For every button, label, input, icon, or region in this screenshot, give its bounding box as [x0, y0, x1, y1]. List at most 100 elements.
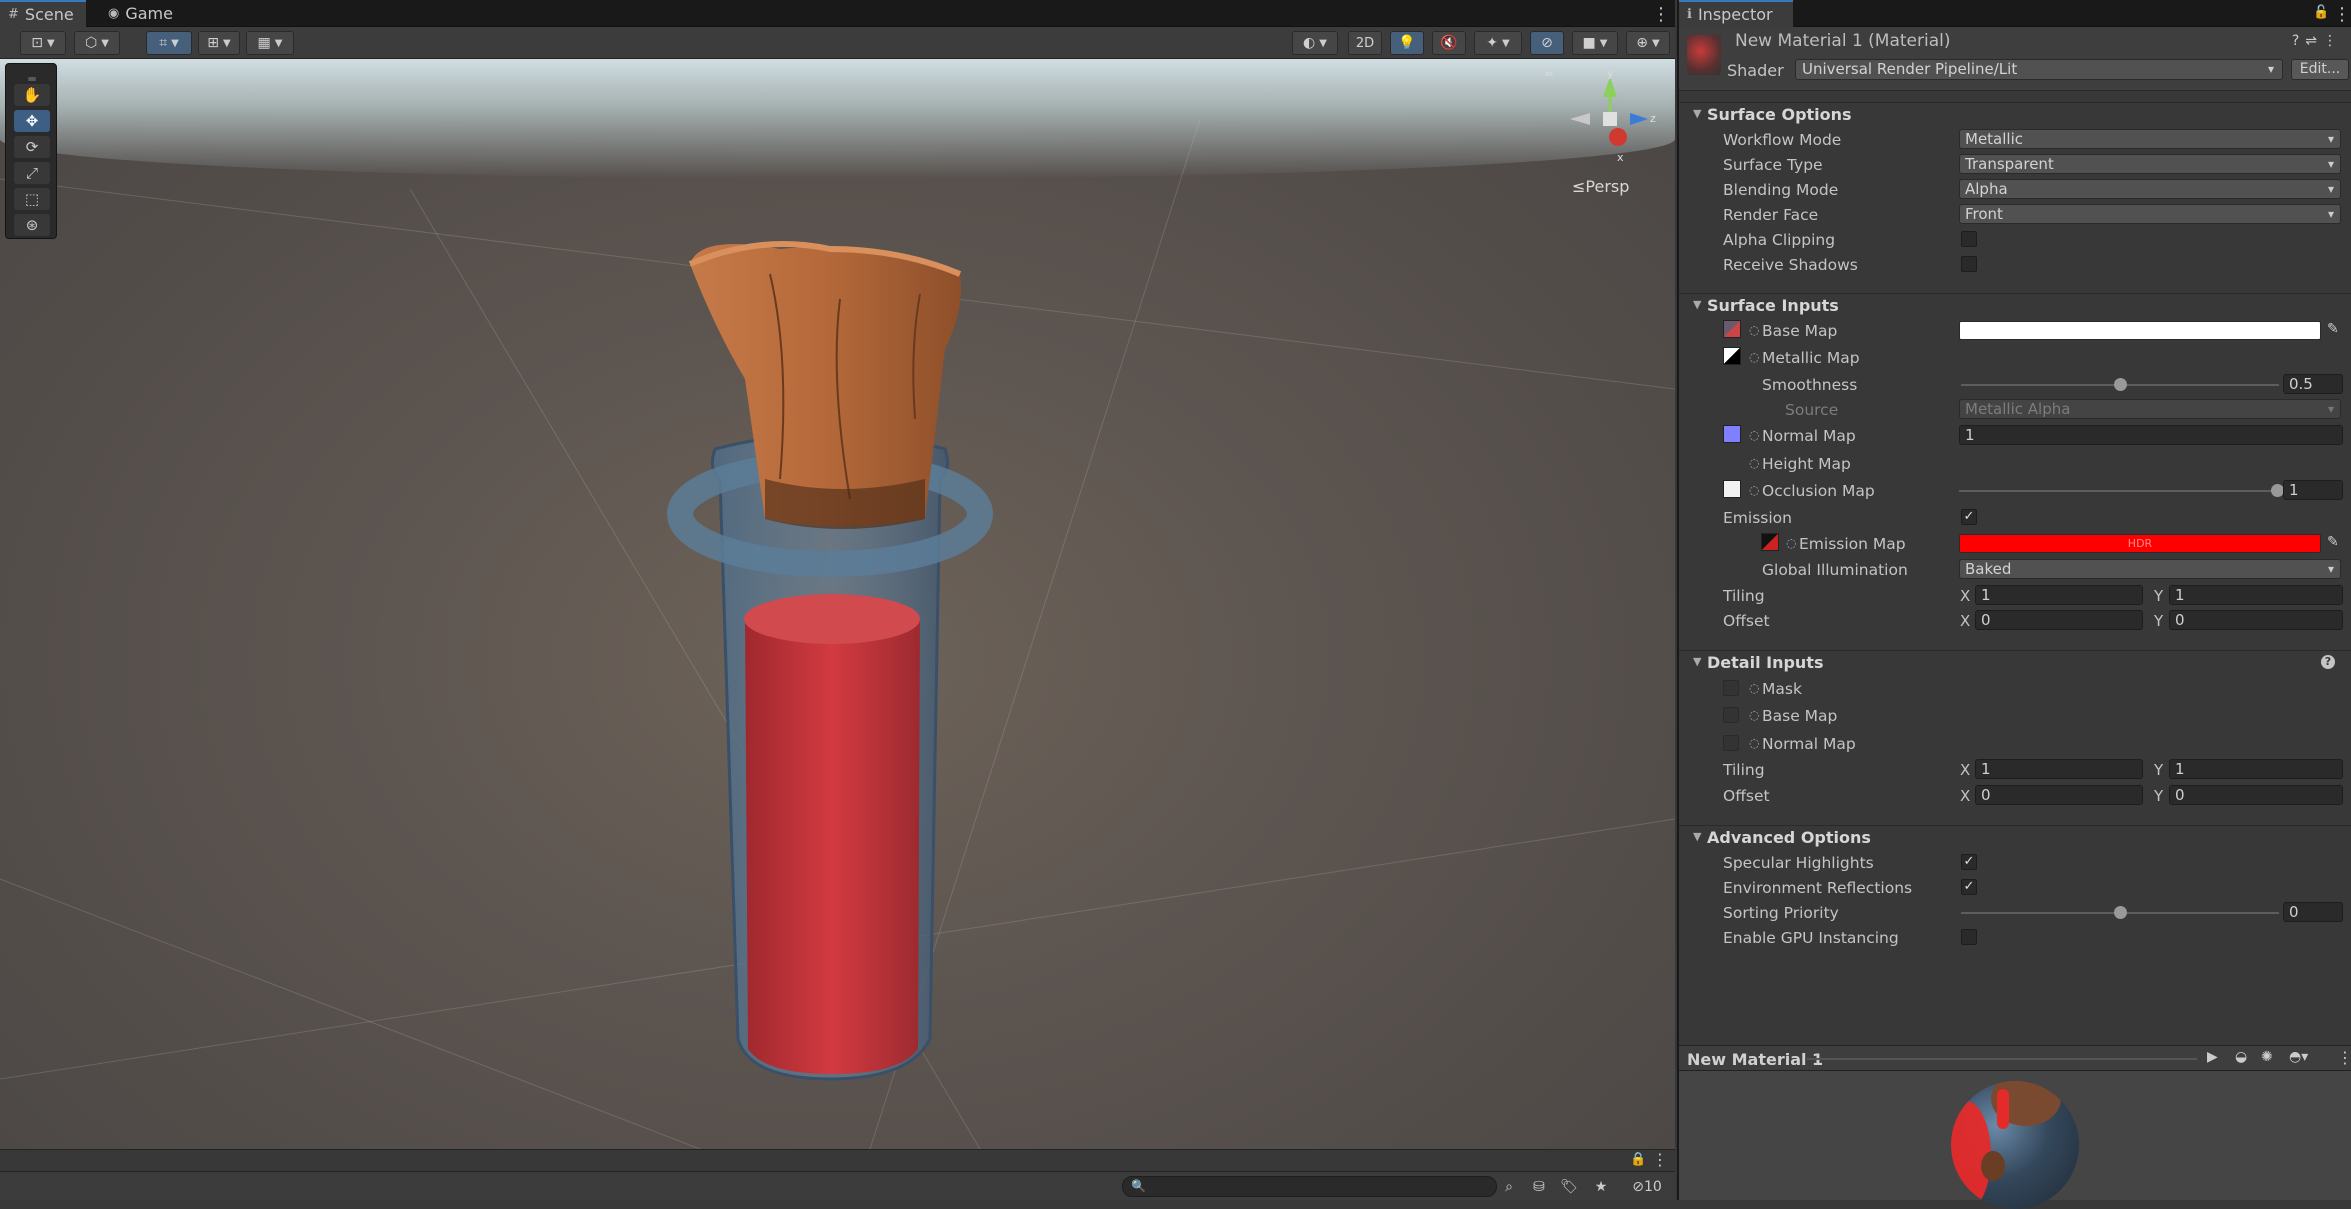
- section-surface-options[interactable]: ▼ Surface Options: [1679, 102, 2351, 126]
- metallic-map-texture-slot[interactable]: [1723, 347, 1741, 365]
- object-picker-icon[interactable]: ◌: [1749, 736, 1759, 750]
- transform-tool[interactable]: ⊛: [14, 214, 50, 236]
- gpu-instancing-checkbox[interactable]: [1961, 929, 1977, 945]
- draw-mode-button[interactable]: ⊡ ▼: [20, 31, 66, 55]
- detail-base-map-texture-slot[interactable]: [1723, 707, 1739, 723]
- favorite-star-icon[interactable]: ★: [1590, 1176, 1612, 1198]
- global-illumination-dropdown[interactable]: Baked: [1959, 559, 2341, 579]
- move-tool[interactable]: ✥: [14, 110, 50, 132]
- mask-texture-slot[interactable]: [1723, 680, 1739, 696]
- section-surface-inputs[interactable]: ▼ Surface Inputs: [1679, 293, 2351, 317]
- statusbar-kebab-icon[interactable]: ⋮: [1652, 1150, 1668, 1169]
- detail-offset-x-input[interactable]: 0: [1975, 785, 2143, 805]
- inspector-kebab-icon[interactable]: ⋮: [2333, 4, 2351, 25]
- scale-tool[interactable]: ⤢: [14, 162, 50, 184]
- smoothness-slider-knob[interactable]: [2114, 378, 2127, 391]
- 2d-toggle-button[interactable]: 2D: [1348, 31, 1382, 55]
- grid-snapping-button[interactable]: ⌗ ▼: [146, 31, 192, 55]
- increment-snap-button[interactable]: ⊞ ▼: [198, 31, 240, 55]
- help-icon[interactable]: ?: [2292, 33, 2305, 49]
- detail-tiling-y-input[interactable]: 1: [2169, 759, 2343, 779]
- base-map-color-field[interactable]: [1959, 321, 2321, 340]
- hand-tool[interactable]: ✋: [14, 84, 50, 106]
- tab-scene[interactable]: # Scene: [0, 0, 86, 27]
- tiling-y-input[interactable]: 1: [2169, 585, 2343, 605]
- object-picker-icon[interactable]: ◌: [1749, 323, 1759, 337]
- search-filter-icon[interactable]: ⌕: [1498, 1176, 1520, 1198]
- tab-game[interactable]: ◉ Game: [100, 0, 180, 27]
- render-mode-button[interactable]: ◐ ▼: [1292, 31, 1338, 55]
- preview-mesh-icon[interactable]: ◒: [2235, 1049, 2247, 1065]
- edit-shader-button[interactable]: Edit...: [2291, 59, 2349, 80]
- occlusion-map-texture-slot[interactable]: [1723, 480, 1741, 498]
- shading-mode-button[interactable]: ⬡ ▼: [74, 31, 120, 55]
- eyedropper-icon[interactable]: ✎: [2327, 321, 2339, 337]
- preview-drag-bar[interactable]: [1807, 1058, 2197, 1060]
- detail-tiling-x-input[interactable]: 1: [1975, 759, 2143, 779]
- help-icon[interactable]: ?: [2321, 655, 2335, 669]
- material-preview-sphere[interactable]: [1951, 1081, 2079, 1209]
- section-detail-inputs[interactable]: ▼ Detail Inputs ?: [1679, 650, 2351, 674]
- preview-light-icon[interactable]: ✺: [2261, 1049, 2273, 1065]
- alpha-clipping-checkbox[interactable]: [1961, 231, 1977, 247]
- occlusion-strength-input[interactable]: 1: [2283, 480, 2343, 500]
- scene-viewport[interactable]: ═ ✋ ✥ ⟳ ⤢ ⬚ ⊛ ═ y z x ≤Persp: [0, 59, 1675, 1149]
- label-filter-icon[interactable]: 🏷: [1558, 1176, 1580, 1198]
- audio-toggle-button[interactable]: 🔇: [1432, 31, 1466, 55]
- sorting-priority-slider-knob[interactable]: [2114, 906, 2127, 919]
- detail-offset-y-input[interactable]: 0: [2169, 785, 2343, 805]
- blending-mode-dropdown[interactable]: Alpha: [1959, 179, 2341, 199]
- gizmos-button[interactable]: ⊕ ▼: [1626, 31, 1670, 55]
- object-picker-icon[interactable]: ◌: [1749, 483, 1759, 497]
- rect-tool[interactable]: ⬚: [14, 188, 50, 210]
- view-options-button[interactable]: ▦ ▼: [246, 31, 294, 55]
- orientation-gizmo[interactable]: y z x: [1560, 69, 1660, 169]
- object-picker-icon[interactable]: ◌: [1749, 681, 1759, 695]
- workflow-mode-dropdown[interactable]: Metallic: [1959, 129, 2341, 149]
- offset-y-input[interactable]: 0: [2169, 610, 2343, 630]
- offset-x-input[interactable]: 0: [1975, 610, 2143, 630]
- emission-color-field[interactable]: HDR: [1959, 534, 2321, 553]
- gizmo-handle-icon[interactable]: ═: [1545, 67, 1552, 81]
- scene-visibility-button[interactable]: ⊘: [1530, 31, 1564, 55]
- object-picker-icon[interactable]: ◌: [1749, 350, 1759, 364]
- eyedropper-icon[interactable]: ✎: [2327, 534, 2339, 550]
- object-picker-icon[interactable]: ◌: [1749, 456, 1759, 470]
- detail-normal-map-texture-slot[interactable]: [1723, 735, 1739, 751]
- section-advanced-options[interactable]: ▼ Advanced Options: [1679, 825, 2351, 849]
- sorting-priority-input[interactable]: 0: [2283, 902, 2343, 922]
- scene-menu-kebab-icon[interactable]: ⋮: [1652, 4, 1670, 25]
- receive-shadows-checkbox[interactable]: [1961, 256, 1977, 272]
- normal-map-texture-slot[interactable]: [1723, 425, 1741, 443]
- object-picker-icon[interactable]: ◌: [1786, 536, 1796, 550]
- object-picker-icon[interactable]: ◌: [1749, 428, 1759, 442]
- smoothness-input[interactable]: 0.5: [2283, 374, 2343, 394]
- lighting-toggle-button[interactable]: 💡: [1390, 31, 1424, 55]
- surface-type-dropdown[interactable]: Transparent: [1959, 154, 2341, 174]
- hidden-packages-toggle[interactable]: ⊘ 10: [1622, 1176, 1672, 1198]
- preview-kebab-icon[interactable]: ⋮: [2337, 1048, 2351, 1067]
- tab-inspector[interactable]: ℹ Inspector: [1679, 0, 1793, 27]
- material-preview-area[interactable]: [1679, 1071, 2351, 1209]
- lock-icon[interactable]: 🔒: [1630, 1152, 1646, 1167]
- camera-settings-button[interactable]: ■ ▼: [1572, 31, 1618, 55]
- normal-scale-input[interactable]: 1: [1959, 425, 2343, 445]
- inspector-lock-icon[interactable]: 🔓: [2313, 5, 2329, 20]
- shader-dropdown[interactable]: Universal Render Pipeline/Lit: [1795, 59, 2283, 80]
- kebab-icon[interactable]: ⋮: [2323, 33, 2343, 49]
- environment-reflections-checkbox[interactable]: ✓: [1961, 879, 1977, 895]
- rotate-tool[interactable]: ⟳: [14, 136, 50, 158]
- emission-checkbox[interactable]: ✓: [1961, 509, 1977, 525]
- specular-highlights-checkbox[interactable]: ✓: [1961, 854, 1977, 870]
- render-face-dropdown[interactable]: Front: [1959, 204, 2341, 224]
- occlusion-slider-track[interactable]: [1959, 490, 2277, 492]
- tiling-x-input[interactable]: 1: [1975, 585, 2143, 605]
- play-icon[interactable]: ▶: [2207, 1049, 2218, 1065]
- preset-icon[interactable]: ⇌: [2305, 33, 2323, 49]
- search-input[interactable]: 🔍: [1122, 1176, 1497, 1197]
- emission-map-texture-slot[interactable]: [1761, 533, 1779, 551]
- type-filter-icon[interactable]: ⛁: [1528, 1176, 1550, 1198]
- potion-bottle-model[interactable]: [660, 179, 1000, 1099]
- effects-button[interactable]: ✦ ▼: [1474, 31, 1522, 55]
- base-map-texture-slot[interactable]: [1723, 320, 1741, 338]
